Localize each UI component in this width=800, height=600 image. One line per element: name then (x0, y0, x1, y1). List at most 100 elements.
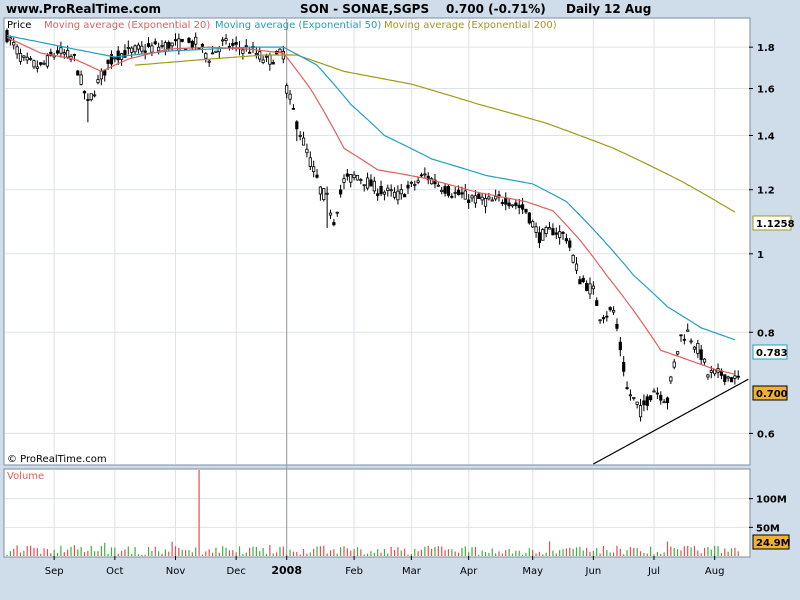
candle-body (288, 93, 292, 100)
candle-body (12, 42, 16, 46)
candle-body (369, 179, 373, 187)
volume-title: Volume (7, 471, 44, 482)
candle-body (389, 189, 393, 192)
candle-body (574, 263, 579, 271)
candle-body (598, 319, 602, 322)
candle-body (99, 70, 103, 80)
candle-body (167, 42, 171, 50)
candle-body (244, 45, 248, 48)
ema50-value: 0.783 (756, 348, 788, 359)
candle-body (386, 187, 390, 191)
date-tick-label: Sep (45, 566, 64, 577)
candle-body (709, 370, 713, 373)
candle-body (214, 50, 218, 53)
candle-body (116, 50, 120, 61)
candle-body (187, 37, 191, 43)
candle-body (585, 282, 589, 291)
candle-body (659, 394, 663, 401)
candle-body (312, 166, 316, 173)
date-tick-label: Nov (166, 566, 186, 577)
candle-body (295, 121, 299, 130)
candle-body (15, 46, 19, 55)
date-tick-label: Oct (106, 566, 123, 577)
ema200-value: 1.1258 (756, 219, 795, 230)
volume-plot-area (3, 468, 751, 558)
date-tick-label: Apr (460, 566, 478, 577)
date-tick-label: Mar (402, 566, 422, 577)
candle-body (399, 189, 403, 195)
candle-body (382, 191, 387, 195)
candle-body (146, 43, 151, 47)
candle-body (524, 208, 528, 213)
candle-body (376, 193, 380, 196)
candle-body (494, 196, 498, 200)
candle-body (39, 62, 43, 65)
candle-body (332, 222, 336, 226)
date-tick-label: Jun (585, 566, 602, 577)
candle-body (578, 279, 582, 285)
candle-body (45, 55, 50, 67)
candle-body (89, 93, 93, 101)
candle-body (551, 228, 555, 236)
date-tick-label: Aug (705, 566, 725, 577)
candle-body (699, 349, 703, 360)
legend-ema50: Moving average (Exponential 50) (215, 20, 381, 31)
date-tick-label: Feb (345, 566, 363, 577)
candle-body (180, 38, 184, 42)
candle-body (723, 374, 727, 382)
candle-body (726, 376, 730, 379)
candle-body (706, 374, 710, 378)
candle-body (504, 197, 508, 205)
candle-body (396, 190, 400, 201)
candle-body (403, 194, 407, 198)
candle-body (490, 199, 494, 202)
candle-body (655, 392, 659, 395)
candle-body (649, 395, 653, 401)
candle-body (271, 62, 275, 65)
candle-body (32, 60, 36, 68)
candle-body (510, 204, 515, 207)
candle-body (558, 231, 562, 238)
candle-body (210, 52, 215, 55)
candle-body (136, 44, 141, 50)
candle-body (157, 46, 161, 52)
volume-value: 24.9M (756, 538, 791, 549)
candle-body (173, 39, 178, 42)
candle-body (450, 195, 454, 198)
candle-body (500, 202, 504, 204)
candle-body (62, 52, 66, 55)
price-tick-label: 1.4 (757, 132, 775, 143)
candle-body (248, 51, 252, 54)
price-tick-label: 0.8 (757, 328, 775, 339)
stock-chart: 0.6 0.8 1 1.2 1.4 1.6 1.8 50M 100M Sep Oct Nov Dec… (3, 17, 795, 577)
volume-value-tag: 24.9M (752, 534, 791, 550)
candle-body (463, 190, 467, 200)
candle-body (207, 60, 211, 63)
candle-body (601, 317, 606, 320)
candle-body (359, 179, 363, 181)
candle-body (264, 55, 269, 58)
candle-body (662, 401, 666, 404)
candle-body (665, 397, 670, 404)
legend-price: Price (7, 20, 31, 31)
candle-body (86, 99, 90, 101)
candle-body (200, 43, 205, 47)
candle-body (409, 181, 413, 184)
legend-ema20: Moving average (Exponential 20) (44, 20, 210, 31)
candle-body (113, 57, 117, 60)
candle-body (473, 195, 478, 204)
candle-body (194, 36, 198, 45)
candle-body (66, 50, 70, 58)
candle-body (618, 341, 622, 351)
candle-body (325, 192, 329, 195)
candle-body (305, 148, 309, 154)
candle-body (204, 53, 208, 59)
candle-body (79, 74, 83, 85)
candle-body (301, 137, 306, 146)
candle-body (480, 196, 484, 201)
candle-body (72, 54, 76, 56)
candle-body (440, 189, 444, 193)
candle-body (544, 227, 548, 235)
candle-body (349, 174, 353, 183)
candle-body (571, 254, 575, 263)
